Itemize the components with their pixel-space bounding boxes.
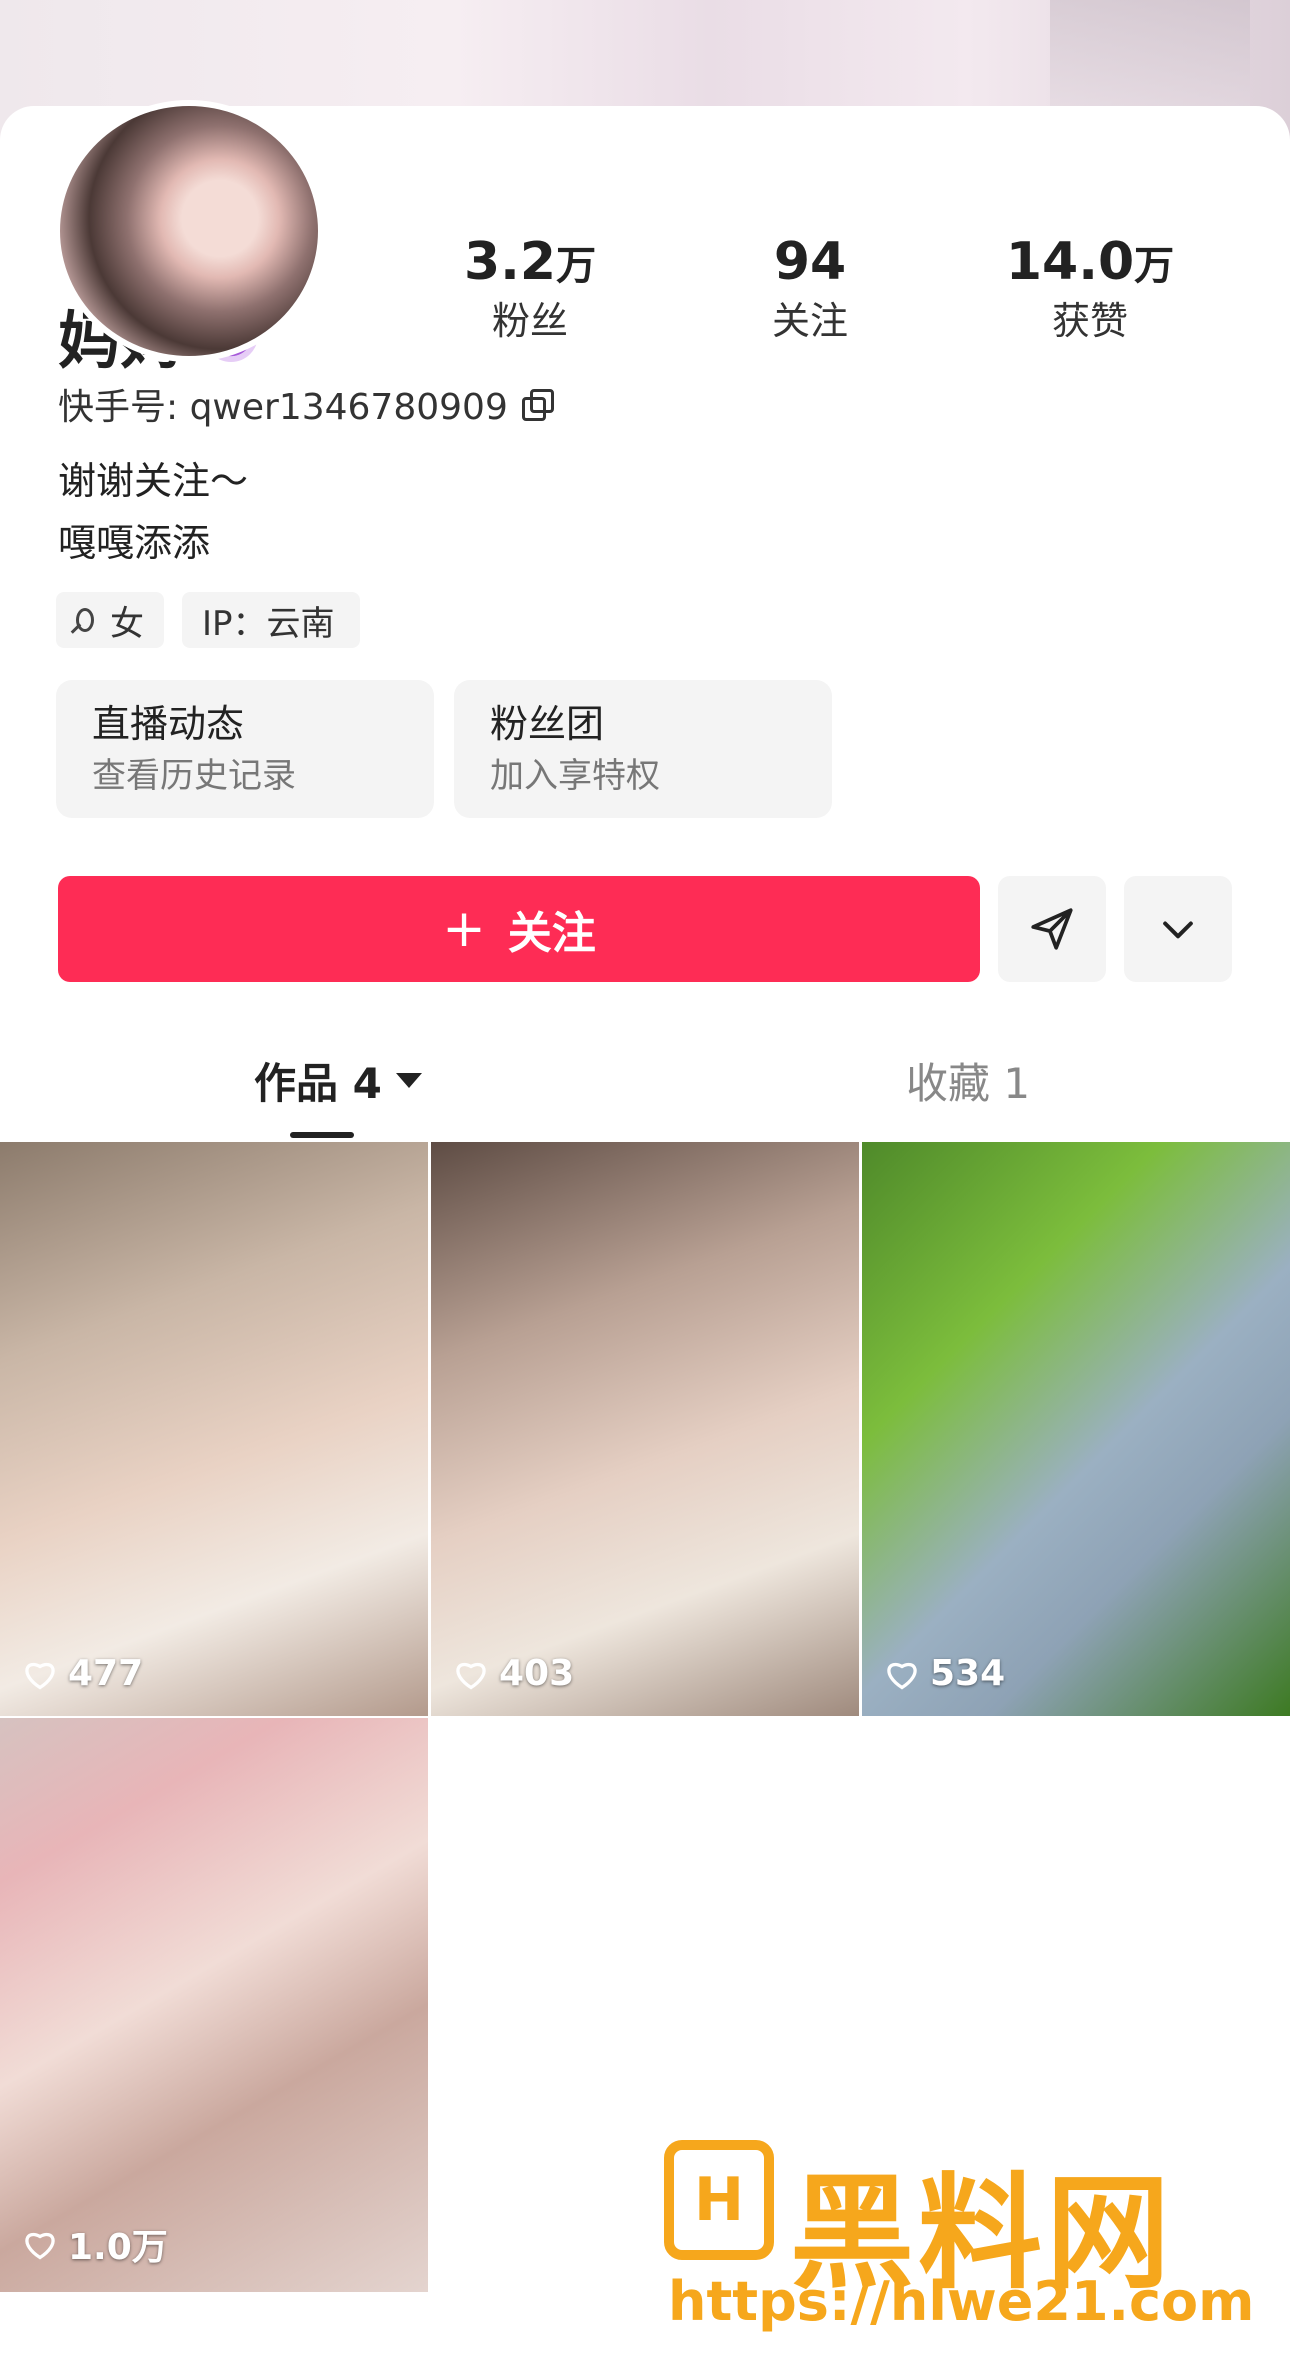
live-history-card[interactable]: 直播动态 查看历史记录 <box>56 680 434 818</box>
follow-button[interactable]: + 关注 <box>58 876 980 982</box>
post-likes-count: 1.0万 <box>68 2227 168 2268</box>
stat-likes-unit: 万 <box>1134 243 1175 289</box>
post-likes: 403 <box>453 1653 574 1694</box>
avatar[interactable] <box>54 100 324 362</box>
bio-line-2: 嘎嘎添添 <box>58 521 211 565</box>
stat-followers[interactable]: 3.2万 粉丝 <box>420 232 640 346</box>
heart-icon <box>887 1662 917 1689</box>
post-likes: 477 <box>22 1653 143 1694</box>
stat-following[interactable]: 94 关注 <box>700 232 920 346</box>
bio-line-1: 谢谢关注～ <box>58 459 249 503</box>
tab-underline <box>290 1132 354 1138</box>
stat-followers-num: 3.2 <box>463 232 557 292</box>
stat-followers-label: 粉丝 <box>491 299 568 343</box>
tab-works[interactable]: 作品 4 <box>254 1050 422 1111</box>
post-tile-3[interactable]: 534 <box>862 1142 1290 1716</box>
gender-tag-label: 女 <box>110 603 144 644</box>
stat-likes[interactable]: 14.0万 获赞 <box>980 232 1200 346</box>
heart-icon <box>25 2233 55 2260</box>
copy-icon[interactable] <box>521 389 554 421</box>
ip-tag-label: IP：云南 <box>202 603 335 644</box>
post-likes-count: 534 <box>930 1653 1006 1694</box>
stat-following-label: 关注 <box>771 299 848 343</box>
send-icon <box>1031 908 1073 950</box>
heart-icon <box>456 1662 486 1689</box>
tab-favorites-label: 收藏 1 <box>906 1059 1031 1108</box>
post-tile-4[interactable]: 1.0万 <box>0 1718 428 2292</box>
stat-followers-unit: 万 <box>556 243 597 289</box>
stat-likes-num: 14.0 <box>1005 232 1135 292</box>
female-icon <box>76 608 94 632</box>
fan-club-title: 粉丝团 <box>490 702 605 746</box>
post-likes-count: 477 <box>68 1653 144 1694</box>
message-button[interactable] <box>998 876 1106 982</box>
tab-works-label: 作品 4 <box>254 1059 382 1108</box>
post-likes: 1.0万 <box>22 2218 168 2270</box>
plus-icon: + <box>442 899 486 959</box>
fan-club-sub: 加入享特权 <box>490 756 660 796</box>
stat-following-num: 94 <box>773 232 847 292</box>
post-tile-1[interactable]: 477 <box>0 1142 428 1716</box>
post-likes: 534 <box>884 1653 1005 1694</box>
watermark-logo-icon: H <box>664 2140 774 2260</box>
live-history-title: 直播动态 <box>92 702 245 746</box>
post-tile-2[interactable]: 403 <box>431 1142 859 1716</box>
more-button[interactable] <box>1124 876 1232 982</box>
stat-likes-label: 获赞 <box>1051 299 1128 343</box>
fan-club-card[interactable]: 粉丝团 加入享特权 <box>454 680 832 818</box>
kuaishou-id: 快手号: qwer1346780909 <box>58 387 508 428</box>
tab-favorites[interactable]: 收藏 1 <box>906 1050 1030 1111</box>
live-history-sub: 查看历史记录 <box>92 756 296 796</box>
kuaishou-id-row: 快手号: qwer1346780909 <box>58 378 554 430</box>
dropdown-triangle-icon <box>395 1073 422 1088</box>
post-likes-count: 403 <box>499 1653 575 1694</box>
follow-label: 关注 <box>507 908 596 959</box>
ip-tag: IP：云南 <box>182 592 360 648</box>
watermark-url: https://hlwe21.com <box>668 2270 1255 2333</box>
heart-icon <box>25 1662 55 1689</box>
gender-tag: 女 <box>56 592 164 648</box>
chevron-down-icon <box>1163 921 1193 939</box>
